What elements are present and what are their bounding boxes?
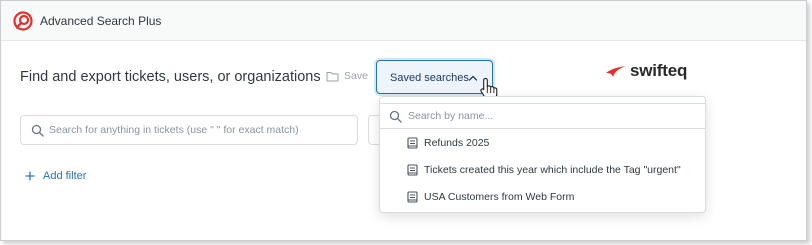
add-filter-button[interactable]: Add filter (25, 170, 86, 182)
search-placeholder: Search for anything in tickets (use " " … (49, 124, 299, 136)
saved-search-item[interactable]: Tickets created this year which include … (380, 157, 705, 183)
plus-icon (25, 171, 35, 181)
saved-search-icon (407, 137, 418, 149)
saved-search-label: Tickets created this year which include … (424, 164, 681, 176)
saved-search-label: Refunds 2025 (424, 137, 490, 149)
saved-searches-label: Saved searches (390, 72, 469, 84)
page-title: Find and export tickets, users, or organ… (20, 69, 321, 85)
saved-searches-dropdown: Search by name... Refunds 2025 Tickets c… (379, 96, 706, 213)
saved-search-filter-placeholder: Search by name... (408, 110, 494, 122)
app-window: Advanced Search Plus Find and export tic… (0, 0, 807, 241)
swifteq-brand: swifteq (605, 61, 687, 81)
save-button[interactable]: Save (326, 70, 368, 82)
app-header: Advanced Search Plus (1, 1, 806, 41)
app-title: Advanced Search Plus (40, 14, 162, 28)
saved-search-filter-input[interactable]: Search by name... (380, 103, 705, 129)
saved-searches-button[interactable]: Saved searches (376, 60, 493, 94)
search-icon (31, 124, 44, 137)
saved-search-label: USA Customers from Web Form (424, 191, 575, 203)
swifteq-swoosh-icon (606, 66, 626, 77)
target-logo-icon (13, 11, 33, 31)
brand-name: swifteq (630, 61, 688, 80)
save-label: Save (344, 70, 368, 82)
folder-icon (326, 71, 339, 81)
saved-search-icon (407, 164, 418, 176)
ticket-search-input[interactable]: Search for anything in tickets (use " " … (20, 115, 358, 145)
chevron-up-icon (468, 75, 478, 81)
add-filter-label: Add filter (43, 170, 87, 182)
saved-search-item[interactable]: Refunds 2025 (380, 130, 705, 156)
search-icon (389, 110, 402, 123)
saved-search-item[interactable]: USA Customers from Web Form (380, 184, 705, 210)
saved-search-icon (407, 191, 418, 203)
